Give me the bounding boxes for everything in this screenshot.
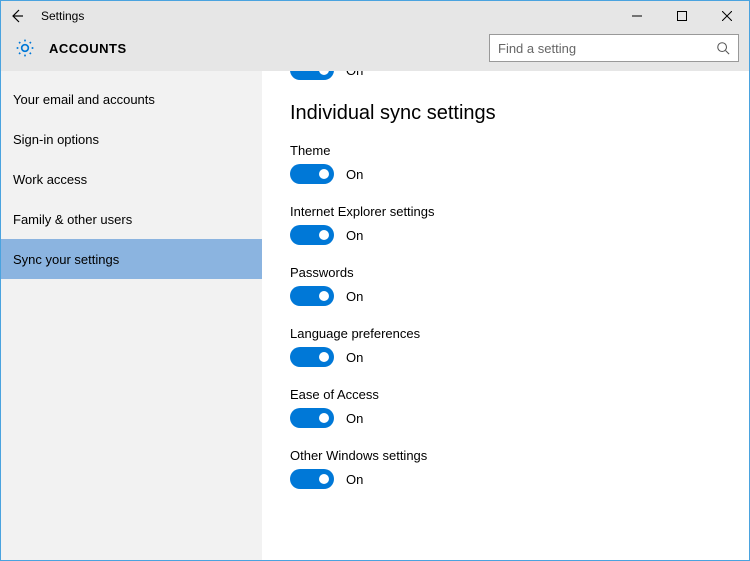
page-title: ACCOUNTS bbox=[49, 41, 127, 56]
setting-ease-of-access: Ease of Access On bbox=[290, 387, 721, 428]
sidebar-item-label: Work access bbox=[13, 172, 87, 187]
sidebar-item-email-accounts[interactable]: Your email and accounts bbox=[1, 79, 262, 119]
setting-label: Internet Explorer settings bbox=[290, 204, 721, 219]
maximize-button[interactable] bbox=[659, 1, 704, 31]
toggle-knob bbox=[319, 169, 329, 179]
toggle-state: On bbox=[346, 167, 363, 182]
toggle-row: On bbox=[290, 286, 721, 306]
main-panel: Sync settings On Individual sync setting… bbox=[262, 71, 749, 560]
header-left: ACCOUNTS bbox=[15, 38, 127, 58]
toggle-language-preferences[interactable] bbox=[290, 347, 334, 367]
setting-passwords: Passwords On bbox=[290, 265, 721, 306]
setting-label: Other Windows settings bbox=[290, 448, 721, 463]
toggle-ease-of-access[interactable] bbox=[290, 408, 334, 428]
main-scroll[interactable]: Sync settings On Individual sync setting… bbox=[262, 71, 749, 560]
titlebar-left: Settings bbox=[5, 4, 84, 28]
sidebar-item-work-access[interactable]: Work access bbox=[1, 159, 262, 199]
sidebar-item-label: Your email and accounts bbox=[13, 92, 155, 107]
toggle-knob bbox=[319, 474, 329, 484]
setting-sync-settings: Sync settings On bbox=[290, 71, 721, 80]
toggle-knob bbox=[319, 352, 329, 362]
toggle-theme[interactable] bbox=[290, 164, 334, 184]
window-controls bbox=[614, 1, 749, 31]
bottom-spacer bbox=[290, 509, 721, 549]
search-box[interactable] bbox=[489, 34, 739, 62]
setting-ie-settings: Internet Explorer settings On bbox=[290, 204, 721, 245]
toggle-row: On bbox=[290, 225, 721, 245]
toggle-row: On bbox=[290, 164, 721, 184]
sidebar-item-family-other-users[interactable]: Family & other users bbox=[1, 199, 262, 239]
toggle-row: On bbox=[290, 347, 721, 367]
setting-label: Passwords bbox=[290, 265, 721, 280]
gear-icon bbox=[15, 38, 35, 58]
setting-other-windows-settings: Other Windows settings On bbox=[290, 448, 721, 489]
minimize-button[interactable] bbox=[614, 1, 659, 31]
toggle-state: On bbox=[346, 472, 363, 487]
sidebar-item-sync-your-settings[interactable]: Sync your settings bbox=[1, 239, 262, 279]
titlebar: Settings bbox=[1, 1, 749, 31]
toggle-state: On bbox=[346, 228, 363, 243]
close-button[interactable] bbox=[704, 1, 749, 31]
setting-language-preferences: Language preferences On bbox=[290, 326, 721, 367]
toggle-state: On bbox=[346, 350, 363, 365]
toggle-sync-settings[interactable] bbox=[290, 71, 334, 80]
toggle-other-windows-settings[interactable] bbox=[290, 469, 334, 489]
toggle-knob bbox=[319, 291, 329, 301]
sidebar-item-label: Sync your settings bbox=[13, 252, 119, 267]
toggle-knob bbox=[319, 230, 329, 240]
sidebar: Your email and accounts Sign-in options … bbox=[1, 71, 262, 560]
back-arrow-icon bbox=[9, 8, 25, 24]
search-icon bbox=[716, 41, 730, 55]
toggle-ie-settings[interactable] bbox=[290, 225, 334, 245]
toggle-state: On bbox=[346, 411, 363, 426]
sidebar-item-label: Family & other users bbox=[13, 212, 132, 227]
setting-label: Ease of Access bbox=[290, 387, 721, 402]
maximize-icon bbox=[677, 11, 687, 21]
minimize-icon bbox=[632, 11, 642, 21]
toggle-passwords[interactable] bbox=[290, 286, 334, 306]
header: ACCOUNTS bbox=[1, 31, 749, 71]
setting-theme: Theme On bbox=[290, 143, 721, 184]
window-title: Settings bbox=[41, 9, 84, 23]
toggle-row: On bbox=[290, 469, 721, 489]
sidebar-item-label: Sign-in options bbox=[13, 132, 99, 147]
settings-window: Settings ACCOUNTS bbox=[0, 0, 750, 561]
toggle-knob bbox=[319, 413, 329, 423]
search-input[interactable] bbox=[498, 41, 708, 56]
toggle-state: On bbox=[346, 289, 363, 304]
section-heading: Individual sync settings bbox=[290, 102, 721, 125]
toggle-row: On bbox=[290, 71, 721, 80]
sidebar-item-sign-in-options[interactable]: Sign-in options bbox=[1, 119, 262, 159]
setting-label: Theme bbox=[290, 143, 721, 158]
setting-label: Language preferences bbox=[290, 326, 721, 341]
close-icon bbox=[722, 11, 732, 21]
toggle-state: On bbox=[346, 71, 363, 78]
content: Your email and accounts Sign-in options … bbox=[1, 71, 749, 560]
toggle-knob bbox=[319, 71, 329, 75]
back-button[interactable] bbox=[5, 4, 29, 28]
toggle-row: On bbox=[290, 408, 721, 428]
